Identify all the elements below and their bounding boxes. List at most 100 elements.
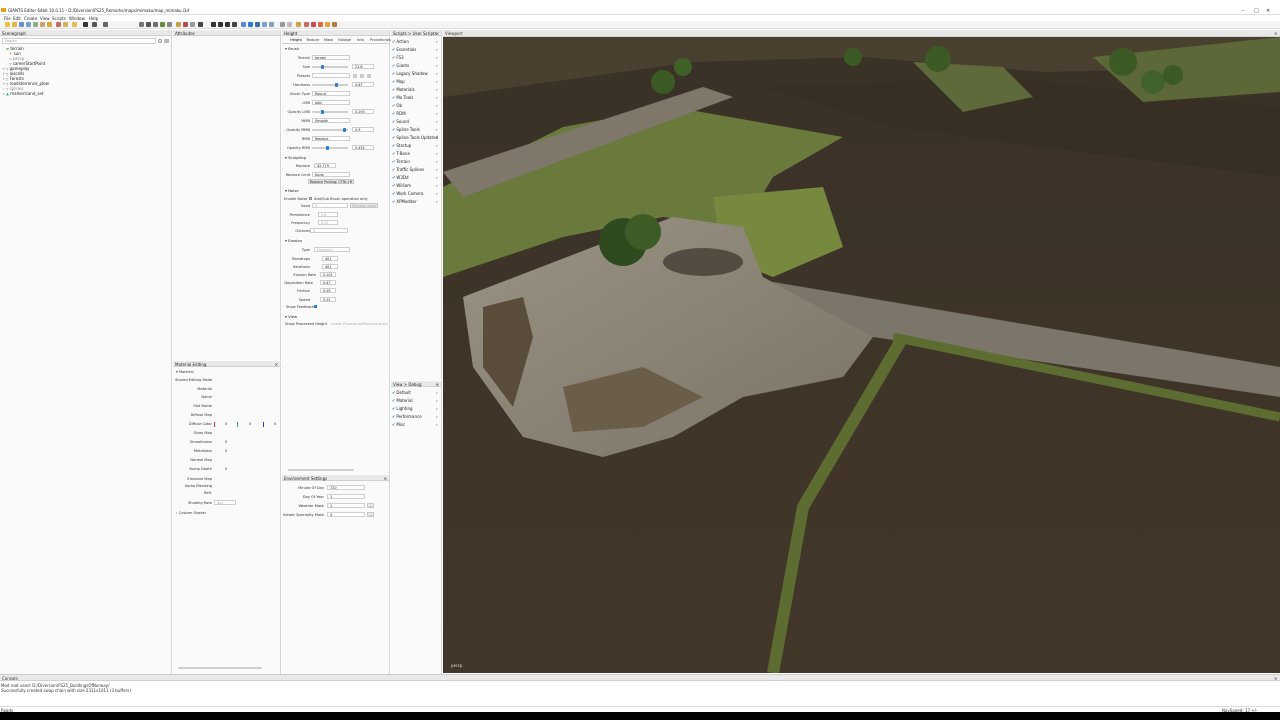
enable-noise-checkbox[interactable] <box>309 197 312 200</box>
opacity-lmb-slider[interactable] <box>312 110 348 114</box>
play-icon[interactable] <box>83 22 88 27</box>
record-icon[interactable] <box>183 22 188 27</box>
script-item[interactable]: ✔XPModder › <box>392 199 438 204</box>
close-console-icon[interactable]: ✕ <box>1274 676 1277 681</box>
bulb-icon[interactable] <box>296 22 301 27</box>
show-feedback-checkbox[interactable] <box>314 305 317 308</box>
cancel-icon[interactable] <box>311 22 316 27</box>
move-tool-icon[interactable] <box>146 22 151 27</box>
shading-icon[interactable] <box>287 22 292 27</box>
script-item[interactable]: ✔Spline Tools Updated › <box>392 135 438 140</box>
weather-mask-input[interactable]: 1 <box>327 503 365 508</box>
view-section-header[interactable]: ▾ View <box>285 314 297 319</box>
light-icon[interactable] <box>72 22 77 27</box>
sculpting-section-header[interactable]: ▾ Sculpting <box>285 155 306 160</box>
brush-section-header[interactable]: ▾ Brush <box>285 46 299 51</box>
script-item[interactable]: ✔Sound › <box>392 119 438 124</box>
debug-item[interactable]: ✔Performance › <box>392 414 438 419</box>
preset-save-icon[interactable] <box>360 74 364 78</box>
save-icon[interactable] <box>19 22 24 27</box>
replace-picking-button[interactable]: Replace Picking: CTRL+R <box>308 179 354 184</box>
custom-shader-section[interactable]: › Custom Shader <box>176 511 206 515</box>
script-item[interactable]: ✔Ob › <box>392 103 438 108</box>
hardness-slider[interactable] <box>312 83 348 87</box>
rotate-axes-icon[interactable] <box>218 22 223 27</box>
persistence-value[interactable]: 0.8 <box>318 212 338 217</box>
open-folder-icon[interactable] <box>12 22 17 27</box>
warning-icon[interactable] <box>325 22 330 27</box>
metalness-value[interactable]: 0 <box>225 449 227 453</box>
preset-load-icon[interactable] <box>353 74 357 78</box>
tree-item-markers[interactable]: › ▲ markerlcand_set <box>3 91 43 96</box>
eye-icon[interactable] <box>92 22 97 27</box>
script-item[interactable]: ✔Startup › <box>392 143 438 148</box>
seed-value[interactable]: 0 <box>312 203 348 208</box>
viewport-3d[interactable]: persp <box>443 37 1280 673</box>
opacity-mmb-slider-knob[interactable] <box>342 128 346 132</box>
paint-tool-icon[interactable] <box>167 22 172 27</box>
terrain-select[interactable]: terrain <box>312 55 350 60</box>
search-icon[interactable] <box>103 22 108 27</box>
scenegraph-search-input[interactable]: Search <box>2 38 156 44</box>
show-processed-height-value[interactable]: needs ProceduralPlacement.xml <box>331 322 388 326</box>
scale-axes-icon[interactable] <box>225 22 230 27</box>
wire-icon[interactable] <box>269 22 274 27</box>
new-file-icon[interactable] <box>5 22 10 27</box>
terrain-tool-icon[interactable] <box>160 22 165 27</box>
presets-select[interactable] <box>312 73 350 78</box>
minute-of-day-input[interactable]: 720 <box>327 485 365 490</box>
stop-icon[interactable] <box>304 22 309 27</box>
rotate-tool-icon[interactable] <box>153 22 158 27</box>
diffuse-r-value[interactable]: 0 <box>225 422 227 426</box>
mmb-select[interactable]: Smooth <box>312 118 350 123</box>
script-item[interactable]: ✔T-Bone › <box>392 151 438 156</box>
globe-icon[interactable] <box>255 22 260 27</box>
opacity-rmb-value[interactable]: 0.432 <box>352 145 374 150</box>
foliage-tool-icon[interactable] <box>176 22 181 27</box>
tab-texture[interactable]: Texture <box>306 38 319 42</box>
clear-search-icon[interactable] <box>158 39 162 43</box>
export-icon[interactable] <box>40 22 45 27</box>
day-of-year-input[interactable]: 1 <box>327 494 365 499</box>
folder-icon[interactable] <box>47 22 52 27</box>
size-value[interactable]: 21.8 <box>352 64 374 69</box>
translate-axes-icon[interactable] <box>211 22 216 27</box>
opacity-rmb-slider[interactable] <box>312 146 348 150</box>
world-space-icon[interactable] <box>248 22 253 27</box>
script-item[interactable]: ✔Map › <box>392 79 438 84</box>
debug-item[interactable]: ✔Default › <box>392 390 438 395</box>
local-space-icon[interactable] <box>241 22 246 27</box>
friction-value[interactable]: 0.05 <box>320 288 336 293</box>
script-item[interactable]: ✔FS3 › <box>392 55 438 60</box>
opacity-mmb-slider[interactable] <box>312 128 348 132</box>
filter-icon[interactable] <box>164 39 169 43</box>
cross-icon[interactable] <box>232 22 237 27</box>
smoothness-value[interactable]: 0 <box>225 440 227 444</box>
script-item[interactable]: ✔Essentials › <box>392 47 438 52</box>
size-slider[interactable] <box>312 65 348 69</box>
script-item[interactable]: ✔Spline Tools › <box>392 127 438 132</box>
script-item[interactable]: ✔Action › <box>392 39 438 44</box>
opacity-lmb-value[interactable]: 0.293 <box>352 109 374 114</box>
diffuse-b-value[interactable]: 0 <box>274 422 276 426</box>
save-all-icon[interactable] <box>26 22 31 27</box>
maximize-button[interactable]: □ <box>1254 8 1259 14</box>
script-item[interactable]: ✔Giants › <box>392 63 438 68</box>
shading-rate-select[interactable]: 1x1 <box>214 500 236 505</box>
raindrops-value[interactable]: 401 <box>322 256 338 261</box>
close-viewport-icon[interactable]: ✕ <box>1274 31 1277 36</box>
preset-delete-icon[interactable] <box>367 74 371 78</box>
tab-info[interactable]: Info <box>357 38 364 42</box>
speed-value[interactable]: 0.01 <box>320 297 336 302</box>
minimize-button[interactable]: – <box>1242 8 1245 14</box>
rmb-select[interactable]: Replace <box>312 136 350 141</box>
select-tool-icon[interactable] <box>139 22 144 27</box>
hardness-value[interactable]: 0.67 <box>352 82 374 87</box>
erosion-rate-value[interactable]: 0.101 <box>320 272 336 277</box>
script-item[interactable]: ✔Traffic Splines › <box>392 167 438 172</box>
iterations-value[interactable]: 401 <box>322 264 338 269</box>
debug-item[interactable]: ✔Misc › <box>392 422 438 427</box>
material-section-header[interactable]: ▾ Material <box>176 370 194 374</box>
tab-mask[interactable]: Mask <box>324 38 333 42</box>
opacity-mmb-value[interactable]: 0.9 <box>352 127 374 132</box>
